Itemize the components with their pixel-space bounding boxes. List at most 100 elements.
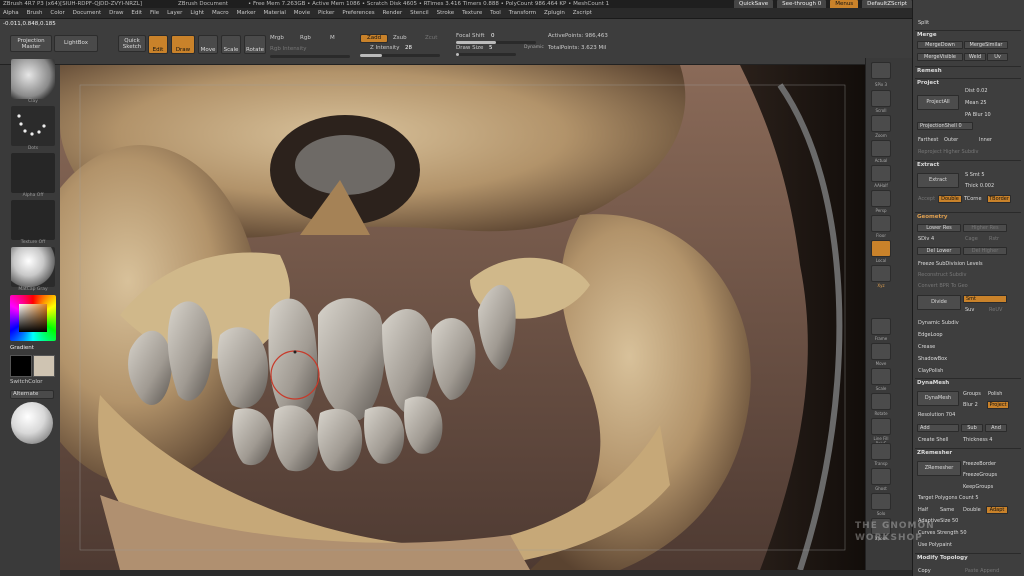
aahalf-button[interactable] <box>871 165 891 182</box>
focal-shift-slider[interactable] <box>456 41 536 44</box>
adapt-toggle[interactable]: Adapt <box>986 506 1008 514</box>
double-button[interactable]: Double <box>963 507 981 513</box>
thickness-slider[interactable]: Thickness 4 <box>963 437 992 443</box>
texture-thumbnail[interactable] <box>11 200 55 240</box>
actual-button[interactable] <box>871 140 891 157</box>
frame-button[interactable] <box>871 318 891 335</box>
scroll-button[interactable] <box>871 90 891 107</box>
scale-button[interactable]: Scale <box>221 35 241 54</box>
remesh-section[interactable]: Remesh <box>915 66 1021 74</box>
zadd-button[interactable]: Zadd <box>360 34 388 43</box>
pa-blur-slider[interactable]: PA Blur 10 <box>965 112 991 118</box>
rgb-toggle[interactable]: Rgb <box>300 35 311 41</box>
weld-button[interactable]: Weld <box>964 53 986 61</box>
material-thumbnail[interactable] <box>11 247 55 287</box>
accept-button[interactable]: Accept <box>918 196 935 202</box>
menu-tool[interactable]: Tool <box>487 8 504 16</box>
uv-button[interactable]: Uv <box>987 53 1008 61</box>
project-all-button[interactable]: ProjectAll <box>917 95 959 110</box>
menu-picker[interactable]: Picker <box>315 8 337 16</box>
edit-button[interactable]: Edit <box>148 35 168 54</box>
extract-section[interactable]: Extract <box>915 160 1021 168</box>
double-toggle[interactable]: Double <box>938 195 962 203</box>
menu-color[interactable]: Color <box>47 8 67 16</box>
gradient-label[interactable]: Gradient <box>10 345 34 351</box>
reuv-button[interactable]: ReUV <box>989 307 1002 313</box>
zcut-button[interactable]: Zcut <box>425 35 437 41</box>
s-smt-slider[interactable]: S Smt 5 <box>965 172 985 178</box>
cage-button[interactable]: Cage <box>965 236 978 242</box>
menu-stroke[interactable]: Stroke <box>434 8 458 16</box>
sculpt-viewport[interactable] <box>60 65 865 570</box>
secondary-color-swatch[interactable] <box>33 355 55 377</box>
zremesher-section[interactable]: ZRemesher <box>915 448 1021 456</box>
rotate-view-button[interactable] <box>871 393 891 410</box>
dist-slider[interactable]: Dist 0.02 <box>965 88 988 94</box>
freeze-groups-toggle[interactable]: FreezeGroups <box>963 472 997 478</box>
material-preview-sphere[interactable] <box>11 402 53 444</box>
zoom-button[interactable] <box>871 115 891 132</box>
menu-zplugin[interactable]: Zplugin <box>541 8 568 16</box>
sdiv-slider[interactable]: SDiv 4 <box>918 236 934 242</box>
project-section[interactable]: Project <box>915 78 1021 86</box>
inner-button[interactable]: Inner <box>979 137 992 143</box>
persp-button[interactable] <box>871 190 891 207</box>
claypolish-item[interactable]: ClayPolish <box>918 368 943 374</box>
menu-edit[interactable]: Edit <box>128 8 145 16</box>
suv-toggle[interactable]: Suv <box>965 307 974 313</box>
menu-render[interactable]: Render <box>380 8 406 16</box>
move-view-button[interactable] <box>871 343 891 360</box>
alternate-button[interactable]: Alternate <box>10 390 54 399</box>
spix-label[interactable]: SPix 3 <box>869 82 893 87</box>
floor-button[interactable] <box>871 215 891 232</box>
color-picker[interactable] <box>10 295 56 341</box>
del-lower-button[interactable]: Del Lower <box>917 247 961 255</box>
half-button[interactable]: Half <box>918 507 928 513</box>
outer-button[interactable]: Outer <box>944 137 958 143</box>
convert-bpr-button[interactable]: Convert BPR To Geo <box>918 283 968 289</box>
clay-brush-thumbnail[interactable] <box>11 59 55 99</box>
xyz-label[interactable]: Xyz <box>869 283 893 288</box>
z-intensity-slider[interactable] <box>360 54 440 57</box>
menu-preferences[interactable]: Preferences <box>339 8 377 16</box>
freeze-subdiv-button[interactable]: Freeze SubDivision Levels <box>918 261 983 267</box>
merge-similar-button[interactable]: MergeSimilar <box>964 41 1008 49</box>
move-button[interactable]: Move <box>198 35 218 54</box>
keep-groups-toggle[interactable]: KeepGroups <box>963 484 993 490</box>
dynamic-toggle[interactable]: Dynamic <box>524 45 544 50</box>
edgeloop-item[interactable]: EdgeLoop <box>918 332 943 338</box>
merge-visible-button[interactable]: MergeVisible <box>917 53 963 61</box>
geometry-section[interactable]: Geometry <box>915 212 1021 220</box>
menu-stencil[interactable]: Stencil <box>407 8 432 16</box>
resolution-slider[interactable]: Resolution 704 <box>918 412 955 418</box>
lightbox-button[interactable]: LightBox <box>54 35 98 52</box>
sub-button[interactable]: Sub <box>961 424 983 432</box>
alpha-thumbnail[interactable] <box>11 153 55 193</box>
menu-material[interactable]: Material <box>261 8 289 16</box>
dynamesh-button[interactable]: DynaMesh <box>917 391 959 406</box>
main-color-swatch[interactable] <box>10 355 32 377</box>
mrgb-toggle[interactable]: Mrgb <box>270 35 284 41</box>
ghost-button[interactable] <box>871 468 891 485</box>
groups-toggle[interactable]: Groups <box>963 391 981 397</box>
menu-macro[interactable]: Macro <box>209 8 232 16</box>
paste-append-button[interactable]: Paste Append <box>965 568 999 574</box>
dynamesh-section[interactable]: DynaMesh <box>915 378 1021 386</box>
menu-draw[interactable]: Draw <box>106 8 126 16</box>
menu-document[interactable]: Document <box>70 8 105 16</box>
reproject-button[interactable]: Reproject Higher Subdiv <box>918 149 979 155</box>
mean-slider[interactable]: Mean 25 <box>965 100 987 106</box>
add-button[interactable]: Add <box>917 424 959 432</box>
reconstruct-subdiv-button[interactable]: Reconstruct Subdiv <box>918 272 966 278</box>
m-toggle[interactable]: M <box>330 35 335 41</box>
lsym-button[interactable] <box>871 265 891 282</box>
blur-slider[interactable]: Blur 2 <box>963 402 978 408</box>
modify-topology-section[interactable]: Modify Topology <box>915 553 1021 561</box>
menu-texture[interactable]: Texture <box>459 8 485 16</box>
shadowbox-item[interactable]: ShadowBox <box>918 356 947 362</box>
rgb-intensity-slider[interactable] <box>270 55 350 58</box>
divide-button[interactable]: Divide <box>917 295 961 310</box>
del-higher-button[interactable]: Del Higher <box>963 247 1007 255</box>
color-square[interactable] <box>19 304 47 332</box>
merge-section[interactable]: Merge <box>915 30 1021 38</box>
